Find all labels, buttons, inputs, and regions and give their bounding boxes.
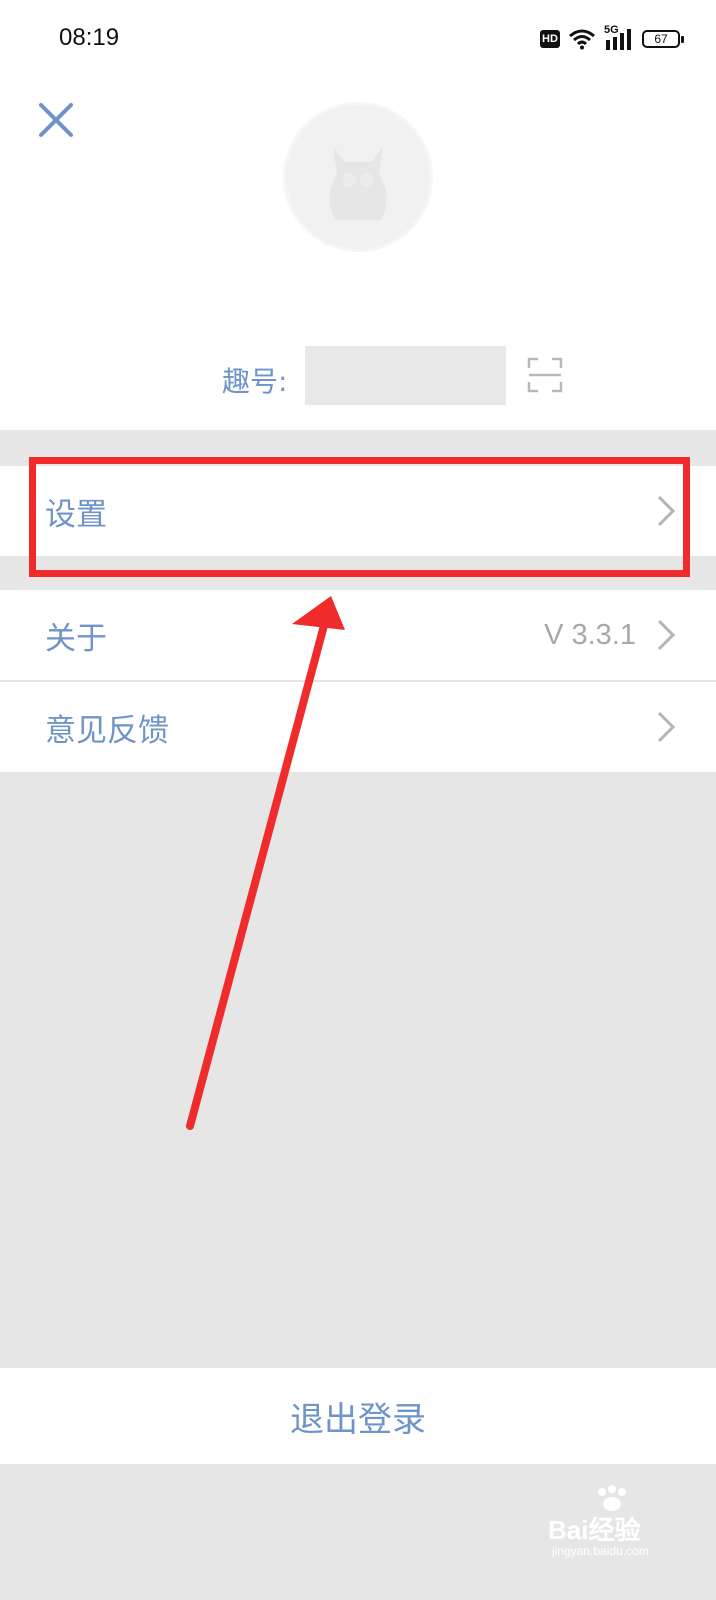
chevron-right-icon <box>657 619 676 651</box>
close-icon[interactable] <box>36 100 76 140</box>
id-value <box>305 346 506 405</box>
highlight-box <box>29 457 690 577</box>
id-label: 趣号: <box>222 365 288 398</box>
menu-item-feedback[interactable]: 意见反馈 <box>0 682 716 772</box>
logout-button[interactable]: 退出登录 <box>0 1368 716 1464</box>
battery-level: 67 <box>654 32 668 46</box>
wifi-icon <box>569 29 595 50</box>
menu-item-about[interactable]: 关于 V 3.3.1 <box>0 590 716 680</box>
watermark-url: jingyan.baidu.com <box>552 1544 649 1558</box>
owl-avatar-icon <box>329 147 387 220</box>
scan-icon[interactable] <box>527 357 563 393</box>
battery-icon: 67 <box>642 30 684 48</box>
watermark-brand: Bai经验 <box>548 1515 641 1545</box>
hd-icon: HD <box>540 30 560 48</box>
watermark: Bai经验 jingyan.baidu.com <box>548 1485 688 1562</box>
avatar[interactable] <box>283 102 433 252</box>
chevron-right-icon <box>657 711 676 743</box>
version-value: V 3.3.1 <box>544 618 636 651</box>
menu-item-label: 意见反馈 <box>45 712 169 749</box>
menu-item-label: 关于 <box>45 620 107 657</box>
logout-label: 退出登录 <box>290 1399 426 1440</box>
status-icons: HD 5G 67 <box>540 24 684 52</box>
status-time: 08:19 <box>59 24 120 51</box>
signal-icon: 5G <box>604 24 634 50</box>
